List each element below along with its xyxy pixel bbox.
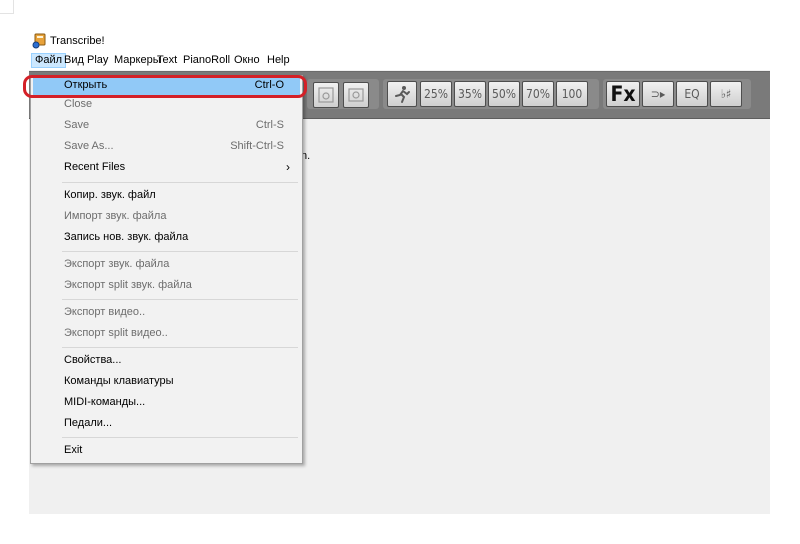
menu-pianoroll[interactable]: PianoRoll — [180, 53, 233, 68]
menu-item-recent-files[interactable]: Recent Files › — [33, 158, 300, 178]
menu-item-label: Педали... — [64, 417, 113, 429]
loop-button[interactable]: ⊃▸ — [642, 81, 674, 107]
menu-item-shortcut: Ctrl-S — [255, 119, 284, 131]
menu-item-properties[interactable]: Свойства... — [33, 351, 300, 371]
menu-item-label: Save — [64, 119, 90, 131]
menu-item-label: Экспорт видео.. — [64, 306, 146, 318]
runner-button[interactable] — [387, 81, 417, 107]
menu-item-copy-audio[interactable]: Копир. звук. файл — [33, 186, 300, 206]
page-corner-mark — [0, 0, 14, 14]
menu-item-midi-commands[interactable]: MIDI-команды... — [33, 393, 300, 413]
menu-item-label: Запись нов. звук. файла — [64, 231, 189, 243]
menu-separator — [62, 182, 298, 183]
menu-item-export-video[interactable]: Экспорт видео.. — [33, 303, 300, 323]
menu-item-shortcut: Shift-Ctrl-S — [230, 140, 284, 152]
window-title: Transcribe! — [50, 35, 105, 47]
menu-item-label: Save As... — [64, 140, 114, 152]
disc-icon — [318, 87, 334, 103]
menu-item-export-audio[interactable]: Экспорт звук. файла — [33, 255, 300, 275]
fx-button[interactable]: Fx — [606, 81, 640, 107]
menu-item-label: Экспорт split звук. файла — [64, 279, 192, 291]
menu-item-label: Команды клавиатуры — [64, 375, 174, 387]
menu-item-label: MIDI-команды... — [64, 396, 146, 408]
menu-item-keyboard-commands[interactable]: Команды клавиатуры — [33, 372, 300, 392]
menu-item-label: Копир. звук. файл — [64, 189, 156, 201]
title-bar: Transcribe! — [29, 31, 770, 51]
menu-item-label: Экспорт звук. файла — [64, 258, 170, 270]
menu-item-label: Импорт звук. файла — [64, 210, 167, 222]
app-icon — [32, 33, 46, 49]
save-icon-button[interactable] — [313, 82, 339, 108]
menu-item-label: Свойства... — [64, 354, 122, 366]
menu-item-pedals[interactable]: Педали... — [33, 414, 300, 434]
menu-text[interactable]: Text — [154, 53, 180, 68]
menu-separator — [62, 299, 298, 300]
speed-25-button[interactable]: 25% — [420, 81, 452, 107]
menu-play[interactable]: Play — [84, 53, 111, 68]
runner-icon — [395, 86, 410, 103]
speed-70-button[interactable]: 70% — [522, 81, 554, 107]
menu-item-label: Close — [64, 98, 93, 110]
menu-item-import-audio[interactable]: Импорт звук. файла — [33, 207, 300, 227]
menu-item-export-split-video[interactable]: Экспорт split видео.. — [33, 324, 300, 344]
pitch-button[interactable]: ♭♯ — [710, 81, 742, 107]
menu-item-exit[interactable]: Exit — [33, 441, 300, 461]
menu-item-export-split-audio[interactable]: Экспорт split звук. файла — [33, 276, 300, 296]
file-menu-dropdown: Открыть Ctrl-O Close Save Ctrl-S Save As… — [30, 75, 303, 464]
eq-button[interactable]: EQ — [676, 81, 708, 107]
speed-35-button[interactable]: 35% — [454, 81, 486, 107]
picture-icon — [348, 88, 364, 102]
menu-window[interactable]: Окно — [231, 53, 263, 68]
menu-item-close[interactable]: Close — [33, 95, 300, 115]
menu-item-label: Recent Files — [64, 161, 126, 173]
menu-separator — [62, 437, 298, 438]
menu-item-record-audio[interactable]: Запись нов. звук. файла — [33, 228, 300, 248]
menu-separator — [62, 347, 298, 348]
menu-bar: Файл Вид Play Маркеры Text PianoRoll Окн… — [29, 51, 770, 70]
menu-separator — [62, 251, 298, 252]
menu-item-save-as[interactable]: Save As... Shift-Ctrl-S — [33, 137, 300, 157]
menu-item-save[interactable]: Save Ctrl-S — [33, 116, 300, 136]
speed-100-button[interactable]: 100 — [556, 81, 588, 107]
submenu-arrow-icon: › — [286, 160, 290, 174]
menu-help[interactable]: Help — [264, 53, 293, 68]
menu-item-label: Экспорт split видео.. — [64, 327, 168, 339]
annotation-highlight-ring — [23, 75, 307, 98]
image-icon-button[interactable] — [343, 82, 369, 108]
menu-item-label: Exit — [64, 444, 83, 456]
speed-50-button[interactable]: 50% — [488, 81, 520, 107]
